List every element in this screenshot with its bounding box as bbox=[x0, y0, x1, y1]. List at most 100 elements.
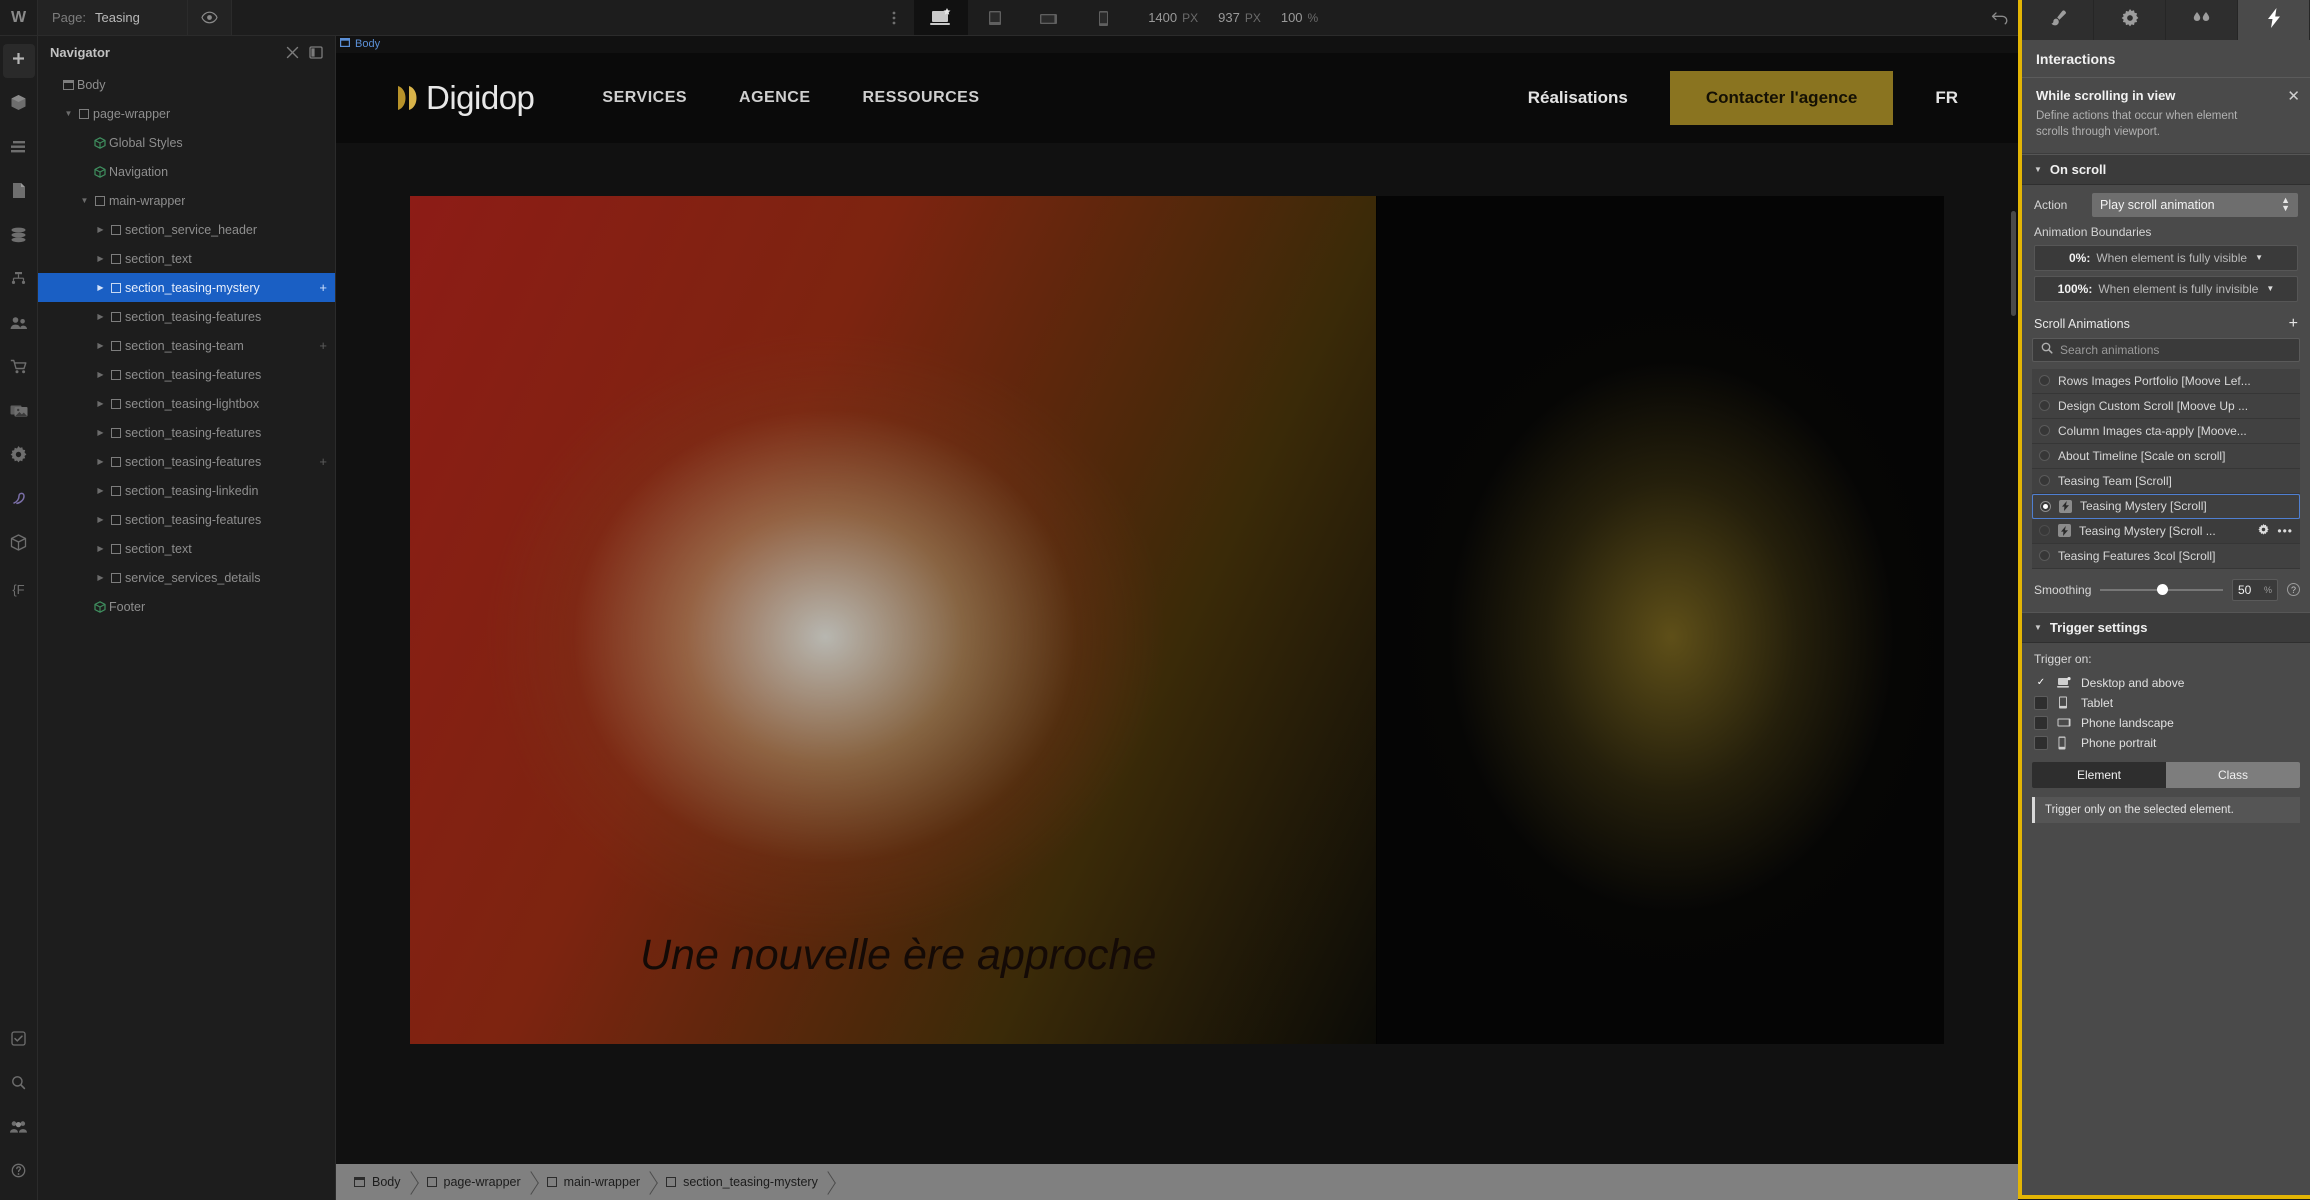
site-nav-link-ressources[interactable]: RESSOURCES bbox=[863, 89, 980, 107]
ellipsis-icon[interactable]: ••• bbox=[2277, 524, 2293, 538]
chevron-right-icon[interactable]: ▶ bbox=[94, 312, 107, 321]
nav-item-Navigation[interactable]: Navigation bbox=[38, 157, 335, 186]
users-button[interactable] bbox=[3, 308, 35, 342]
chevron-right-icon[interactable]: ▶ bbox=[94, 544, 107, 553]
animation-item[interactable]: Teasing Mystery [Scroll] bbox=[2032, 493, 2300, 519]
chevron-right-icon[interactable]: ▶ bbox=[94, 370, 107, 379]
chevron-right-icon[interactable]: ▶ bbox=[94, 515, 107, 524]
segment-element[interactable]: Element bbox=[2032, 761, 2166, 788]
chevron-right-icon[interactable]: ▶ bbox=[94, 428, 107, 437]
components-button[interactable] bbox=[3, 88, 35, 122]
cms-button[interactable] bbox=[3, 220, 35, 254]
page-selector[interactable]: Page: Teasing bbox=[38, 0, 188, 35]
nav-item-section-teasing-team[interactable]: ▶ section_teasing-team + bbox=[38, 331, 335, 360]
panel-toggle-icon[interactable] bbox=[309, 45, 323, 59]
question-icon[interactable]: ? bbox=[2287, 583, 2300, 597]
animation-item[interactable]: Design Custom Scroll [Moove Up ... bbox=[2032, 393, 2300, 419]
nav-item-section-teasing-mystery[interactable]: ▶ section_teasing-mystery + bbox=[38, 273, 335, 302]
segment-class[interactable]: Class bbox=[2166, 761, 2300, 788]
nav-item-section-teasing-features[interactable]: ▶ section_teasing-features bbox=[38, 418, 335, 447]
undo-arrow-icon[interactable] bbox=[1978, 0, 2022, 35]
audit-button[interactable] bbox=[3, 484, 35, 518]
nav-item-section-teasing-lightbox[interactable]: ▶ section_teasing-lightbox bbox=[38, 389, 335, 418]
site-nav-language[interactable]: FR bbox=[1935, 88, 1958, 108]
nav-item-section-text[interactable]: ▶ section_text bbox=[38, 244, 335, 273]
animation-radio[interactable] bbox=[2039, 425, 2050, 437]
action-select[interactable]: Play scroll animation ▲ ▼ bbox=[2092, 192, 2298, 217]
viewport-tablet-button[interactable] bbox=[968, 0, 1022, 35]
trigger-device-tablet[interactable]: Tablet bbox=[2022, 693, 2310, 713]
animation-radio[interactable] bbox=[2039, 400, 2050, 412]
boundary-end[interactable]: 100%: When element is fully invisible ▼ bbox=[2034, 275, 2298, 302]
nav-item-add-badge[interactable]: + bbox=[313, 280, 327, 295]
on-scroll-section-header[interactable]: ▼ On scroll bbox=[2022, 153, 2310, 185]
animation-radio[interactable] bbox=[2039, 475, 2050, 487]
site-nav-realisations[interactable]: Réalisations bbox=[1528, 88, 1628, 108]
nav-item-add-badge[interactable]: + bbox=[313, 338, 327, 353]
breadcrumb-item-main-wrapper[interactable]: main-wrapper bbox=[537, 1164, 656, 1200]
breadcrumb-item-section-teasing-mystery[interactable]: section_teasing-mystery bbox=[656, 1164, 834, 1200]
nav-item-section-teasing-features[interactable]: ▶ section_teasing-features bbox=[38, 360, 335, 389]
chevron-down-icon[interactable]: ▼ bbox=[78, 196, 91, 205]
nav-item-page-wrapper[interactable]: ▼ page-wrapper bbox=[38, 99, 335, 128]
animation-radio[interactable] bbox=[2039, 450, 2050, 462]
add-elements-button[interactable] bbox=[2, 44, 35, 78]
animation-item[interactable]: Teasing Team [Scroll] bbox=[2032, 468, 2300, 494]
assets-button[interactable] bbox=[3, 396, 35, 430]
search-button[interactable] bbox=[3, 1068, 35, 1102]
pages-button[interactable] bbox=[3, 176, 35, 210]
animation-item[interactable]: About Timeline [Scale on scroll] bbox=[2032, 443, 2300, 469]
tab-interactions[interactable] bbox=[2238, 0, 2310, 40]
nav-item-section-teasing-features[interactable]: ▶ section_teasing-features bbox=[38, 302, 335, 331]
help-button[interactable] bbox=[3, 1156, 35, 1190]
vertical-dots-icon[interactable] bbox=[874, 0, 914, 35]
trigger-settings-header[interactable]: ▼ Trigger settings bbox=[2022, 611, 2310, 643]
nav-item-Global Styles[interactable]: Global Styles bbox=[38, 128, 335, 157]
breadcrumb-item-Body[interactable]: Body bbox=[344, 1164, 417, 1200]
animation-item[interactable]: Teasing Features 3col [Scroll] bbox=[2032, 543, 2300, 569]
tab-style[interactable] bbox=[2022, 0, 2094, 40]
animations-search[interactable] bbox=[2032, 337, 2300, 362]
canvas-scrollbar[interactable] bbox=[2011, 211, 2016, 316]
nav-item-section-text[interactable]: ▶ section_text bbox=[38, 534, 335, 563]
viewport-desktop-button[interactable] bbox=[914, 0, 969, 35]
chevron-right-icon[interactable]: ▶ bbox=[94, 283, 107, 292]
chevron-right-icon[interactable]: ▶ bbox=[94, 399, 107, 408]
webflow-logo-icon[interactable]: W bbox=[0, 0, 38, 35]
navigator-button[interactable] bbox=[3, 132, 35, 166]
viewport-phone-landscape-button[interactable] bbox=[1022, 0, 1076, 35]
boundary-start[interactable]: 0%: When element is fully visible ▼ bbox=[2034, 244, 2298, 271]
animation-item[interactable]: Rows Images Portfolio [Moove Lef... bbox=[2032, 368, 2300, 394]
checklist-button[interactable] bbox=[3, 1024, 35, 1058]
add-animation-button[interactable]: + bbox=[2289, 315, 2298, 332]
nav-item-Body[interactable]: Body bbox=[38, 70, 335, 99]
design-canvas[interactable]: Body Digidop SERVICES AGENCE RESSOURCES Ré… bbox=[336, 36, 2018, 1164]
apps-button[interactable] bbox=[3, 528, 35, 562]
animation-radio[interactable] bbox=[2039, 525, 2050, 537]
chevron-down-icon[interactable]: ▼ bbox=[62, 109, 75, 118]
nav-item-add-badge[interactable]: + bbox=[313, 454, 327, 469]
breadcrumb-item-page-wrapper[interactable]: page-wrapper bbox=[417, 1164, 537, 1200]
site-brand[interactable]: Digidop bbox=[396, 79, 535, 117]
smoothing-value-input[interactable]: 50 % bbox=[2232, 578, 2278, 601]
checkbox[interactable]: ✓ bbox=[2034, 676, 2048, 690]
nav-item-service-services-details[interactable]: ▶ service_services_details bbox=[38, 563, 335, 592]
chevron-right-icon[interactable]: ▶ bbox=[94, 225, 107, 234]
checkbox[interactable] bbox=[2034, 695, 2048, 710]
smoothing-slider[interactable] bbox=[2100, 583, 2223, 597]
tab-effects[interactable] bbox=[2166, 0, 2238, 40]
viewport-phone-portrait-button[interactable] bbox=[1076, 0, 1130, 35]
variables-button[interactable]: {F bbox=[3, 572, 35, 606]
animation-radio[interactable] bbox=[2039, 550, 2050, 562]
checkbox[interactable] bbox=[2034, 735, 2048, 750]
trigger-device-phone-landscape[interactable]: Phone landscape bbox=[2022, 713, 2310, 733]
tab-settings[interactable] bbox=[2094, 0, 2166, 40]
search-animations-input[interactable] bbox=[2060, 342, 2291, 357]
animation-radio[interactable] bbox=[2039, 375, 2050, 387]
site-nav-cta-button[interactable]: Contacter l'agence bbox=[1669, 71, 1894, 125]
chevron-right-icon[interactable]: ▶ bbox=[94, 254, 107, 263]
nav-item-section-teasing-features[interactable]: ▶ section_teasing-features + bbox=[38, 447, 335, 476]
animation-item[interactable]: Column Images cta-apply [Moove... bbox=[2032, 418, 2300, 444]
gear-icon[interactable] bbox=[2258, 523, 2270, 538]
chevron-right-icon[interactable]: ▶ bbox=[94, 573, 107, 582]
